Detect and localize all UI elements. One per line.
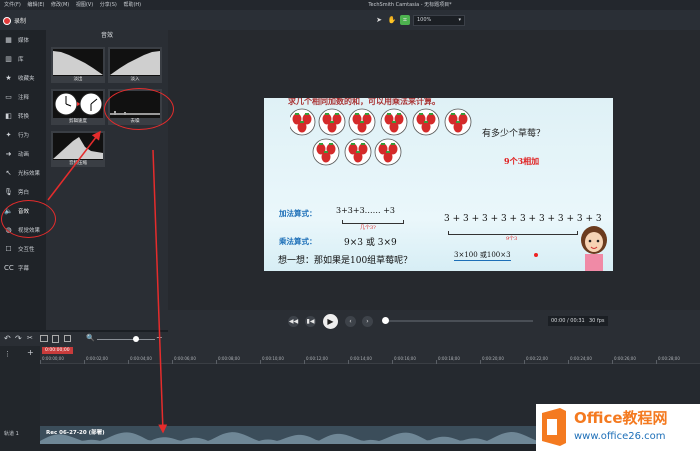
arrow-to-clip: [152, 149, 168, 434]
arrow-overlay: [47, 130, 168, 434]
brand-url: www.office26.com: [574, 431, 666, 442]
arrow-to-effect: [47, 130, 101, 201]
brand-name: Office教程网: [574, 409, 668, 427]
watermark-logo: Office教程网 www.office26.com: [536, 404, 700, 451]
office-logo-icon: [542, 408, 566, 446]
